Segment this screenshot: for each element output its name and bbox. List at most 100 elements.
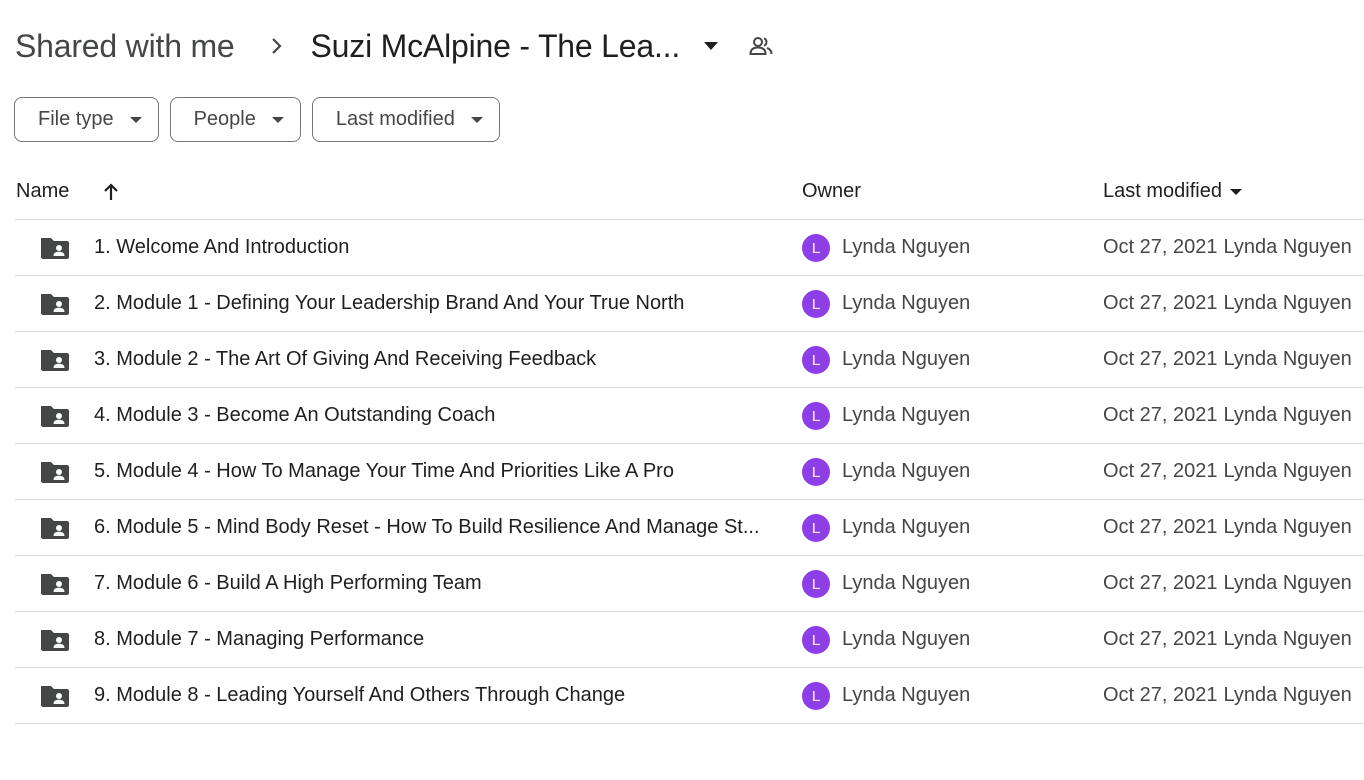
last-modified: Oct 27, 2021 Lynda Nguyen [1103, 668, 1352, 723]
file-name[interactable]: 4. Module 3 - Become An Outstanding Coac… [94, 388, 774, 443]
modified-date: Oct 27, 2021 [1103, 236, 1218, 258]
owner-name: Lynda Nguyen [842, 404, 971, 426]
file-name[interactable]: 6. Module 5 - Mind Body Reset - How To B… [94, 500, 774, 555]
list-item[interactable]: 5. Module 4 - How To Manage Your Time An… [15, 444, 1364, 500]
list-item[interactable]: 7. Module 6 - Build A High Performing Te… [15, 556, 1364, 612]
modified-by: Lynda Nguyen [1223, 684, 1352, 706]
owner-avatar: L [802, 570, 830, 598]
file-name-text: 9. Module 8 - Leading Yourself And Other… [94, 684, 626, 706]
last-modified: Oct 27, 2021 Lynda Nguyen [1103, 612, 1352, 667]
shared-folder-icon [39, 236, 71, 260]
dropdown-arrow-icon [128, 112, 144, 128]
file-name[interactable]: 9. Module 8 - Leading Yourself And Other… [94, 668, 774, 723]
filter-bar: File type People Last modified [14, 97, 500, 142]
list-item[interactable]: 1. Welcome And Introduction L Lynda Nguy… [15, 220, 1364, 276]
last-modified: Oct 27, 2021 Lynda Nguyen [1103, 276, 1352, 331]
file-name[interactable]: 2. Module 1 - Defining Your Leadership B… [94, 276, 774, 331]
modified-by: Lynda Nguyen [1223, 292, 1352, 314]
modified-date: Oct 27, 2021 [1103, 684, 1218, 706]
modified-by: Lynda Nguyen [1223, 572, 1352, 594]
chevron-right-icon [264, 34, 288, 58]
file-name[interactable]: 5. Module 4 - How To Manage Your Time An… [94, 444, 774, 499]
shared-folder-icon [39, 628, 71, 652]
modified-by: Lynda Nguyen [1223, 236, 1352, 258]
column-header-label: Last modified [1103, 180, 1222, 202]
owner-avatar: L [802, 514, 830, 542]
file-name[interactable]: 3. Module 2 - The Art Of Giving And Rece… [94, 332, 774, 387]
column-header-last-modified[interactable]: Last modified [1103, 164, 1244, 219]
file-name[interactable]: 1. Welcome And Introduction [94, 220, 774, 275]
last-modified: Oct 27, 2021 Lynda Nguyen [1103, 444, 1352, 499]
modified-by: Lynda Nguyen [1223, 516, 1352, 538]
owner-avatar: L [802, 402, 830, 430]
filter-people[interactable]: People [169, 97, 301, 142]
owner-avatar: L [802, 458, 830, 486]
shared-folder-icon [39, 404, 71, 428]
last-modified: Oct 27, 2021 Lynda Nguyen [1103, 220, 1352, 275]
filter-last-modified[interactable]: Last modified [311, 97, 500, 142]
modified-date: Oct 27, 2021 [1103, 572, 1218, 594]
filter-file-type[interactable]: File type [14, 97, 159, 142]
file-name-text: 1. Welcome And Introduction [94, 236, 350, 258]
owner-avatar: L [802, 234, 830, 262]
breadcrumb: Shared with me Suzi McAlpine - The Lea..… [15, 24, 774, 68]
last-modified: Oct 27, 2021 Lynda Nguyen [1103, 388, 1352, 443]
owner-avatar: L [802, 346, 830, 374]
owner-name: Lynda Nguyen [842, 292, 971, 314]
list-item[interactable]: 9. Module 8 - Leading Yourself And Other… [15, 668, 1364, 724]
last-modified: Oct 27, 2021 Lynda Nguyen [1103, 500, 1352, 555]
file-name-text: 4. Module 3 - Become An Outstanding Coac… [94, 404, 496, 426]
file-name-text: 2. Module 1 - Defining Your Leadership B… [94, 292, 685, 314]
file-list: 1. Welcome And Introduction L Lynda Nguy… [15, 220, 1364, 724]
owner-name: Lynda Nguyen [842, 684, 971, 706]
filter-label: File type [38, 108, 114, 130]
shared-folder-icon [39, 348, 71, 372]
column-header-name[interactable]: Name [16, 164, 69, 219]
shared-folder-icon [39, 460, 71, 484]
list-item[interactable]: 2. Module 1 - Defining Your Leadership B… [15, 276, 1364, 332]
column-header-owner: Owner [802, 180, 861, 202]
file-name[interactable]: 8. Module 7 - Managing Performance [94, 612, 774, 667]
list-item[interactable]: 3. Module 2 - The Art Of Giving And Rece… [15, 332, 1364, 388]
breadcrumb-shared-with-me[interactable]: Shared with me [15, 28, 235, 65]
owner-name: Lynda Nguyen [842, 572, 971, 594]
folder-menu-dropdown-icon[interactable] [702, 37, 720, 55]
shared-folder-icon [39, 572, 71, 596]
modified-date: Oct 27, 2021 [1103, 628, 1218, 650]
owner-avatar: L [802, 682, 830, 710]
list-item[interactable]: 6. Module 5 - Mind Body Reset - How To B… [15, 500, 1364, 556]
modified-by: Lynda Nguyen [1223, 460, 1352, 482]
shared-folder-icon [39, 684, 71, 708]
owner-name: Lynda Nguyen [842, 236, 971, 258]
shared-folder-icon [39, 292, 71, 316]
modified-date: Oct 27, 2021 [1103, 348, 1218, 370]
file-name-text: 5. Module 4 - How To Manage Your Time An… [94, 460, 674, 482]
sort-ascending-arrow-icon[interactable] [101, 164, 121, 219]
modified-date: Oct 27, 2021 [1103, 404, 1218, 426]
dropdown-arrow-icon [469, 112, 485, 128]
modified-by: Lynda Nguyen [1223, 628, 1352, 650]
file-name-text: 6. Module 5 - Mind Body Reset - How To B… [94, 516, 760, 538]
file-name-text: 7. Module 6 - Build A High Performing Te… [94, 572, 482, 594]
list-header: Name Owner Last modified [15, 164, 1364, 220]
owner-name: Lynda Nguyen [842, 348, 971, 370]
dropdown-arrow-icon [1228, 184, 1244, 200]
list-item[interactable]: 8. Module 7 - Managing Performance L Lyn… [15, 612, 1364, 668]
list-item[interactable]: 4. Module 3 - Become An Outstanding Coac… [15, 388, 1364, 444]
modified-date: Oct 27, 2021 [1103, 460, 1218, 482]
owner-name: Lynda Nguyen [842, 628, 971, 650]
owner-avatar: L [802, 626, 830, 654]
owner-name: Lynda Nguyen [842, 516, 971, 538]
last-modified: Oct 27, 2021 Lynda Nguyen [1103, 556, 1352, 611]
shared-folder-icon [39, 516, 71, 540]
last-modified: Oct 27, 2021 Lynda Nguyen [1103, 332, 1352, 387]
modified-date: Oct 27, 2021 [1103, 292, 1218, 314]
file-name[interactable]: 7. Module 6 - Build A High Performing Te… [94, 556, 774, 611]
breadcrumb-current-folder[interactable]: Suzi McAlpine - The Lea... [311, 28, 681, 65]
file-name-text: 3. Module 2 - The Art Of Giving And Rece… [94, 348, 597, 370]
modified-by: Lynda Nguyen [1223, 348, 1352, 370]
dropdown-arrow-icon [270, 112, 286, 128]
owner-avatar: L [802, 290, 830, 318]
owner-name: Lynda Nguyen [842, 460, 971, 482]
shared-people-icon[interactable] [748, 33, 774, 59]
